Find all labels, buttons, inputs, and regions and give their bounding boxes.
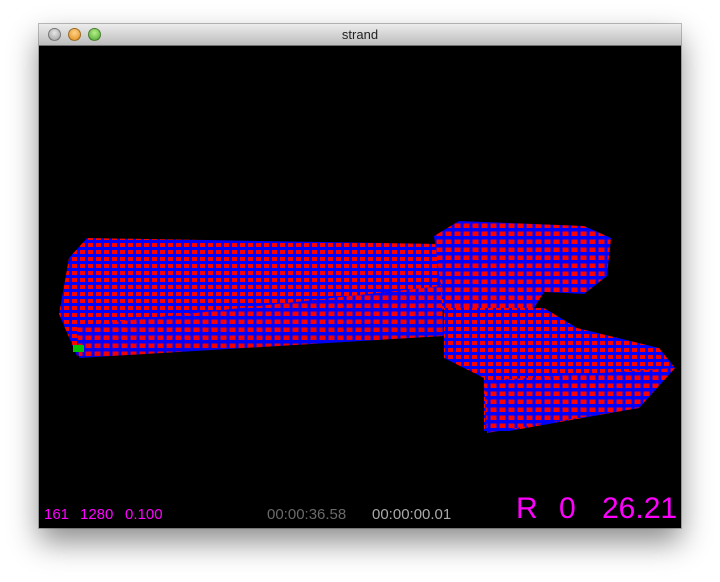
render-canvas[interactable]: 161 1280 0.100 00:00:36.58 00:00:00.01 R… [39,46,681,528]
hud-fps: 26.21 [602,492,678,525]
hud-mode: R [516,492,538,525]
hud-elapsed-step: 00:00:00.01 [372,506,452,523]
seed-cube [73,345,84,352]
hud-stat-a: 161 [44,506,70,523]
hud-elapsed-total: 00:00:36.58 [267,506,347,523]
cube-structure-scene [59,221,675,433]
title-bar[interactable]: strand [39,24,681,46]
hud-stat-c: 0.100 [125,506,163,523]
head-upper-block [434,221,611,308]
app-window: strand 161 1280 0.100 00:00:36.58 00:00:… [39,24,681,528]
hud-stat-b: 1280 [80,506,114,523]
window-title: strand [341,27,379,42]
hud-mode-value: 0 [559,492,576,525]
